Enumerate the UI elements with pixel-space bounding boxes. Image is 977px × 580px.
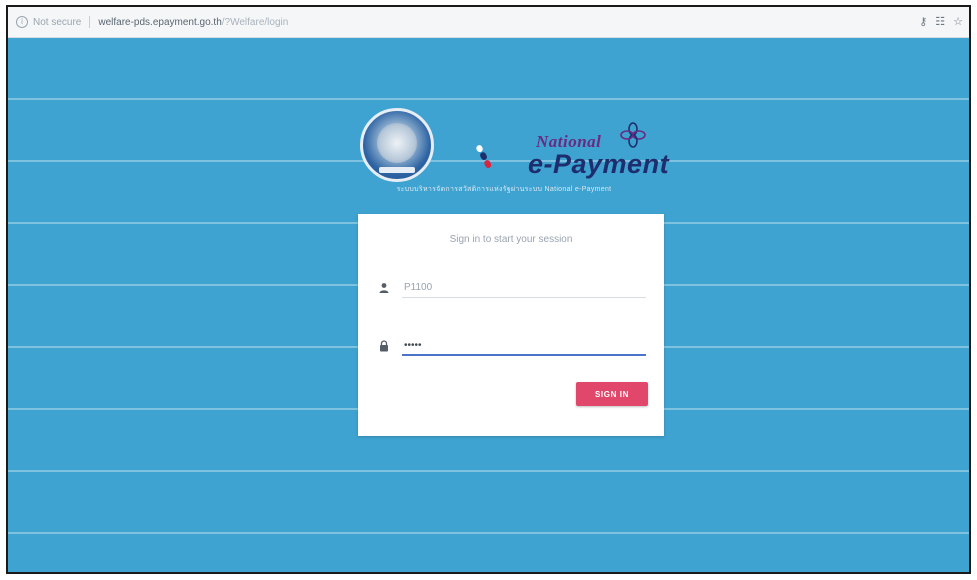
login-heading: Sign in to start your session xyxy=(449,234,573,245)
password-input[interactable] xyxy=(402,336,646,356)
address-separator xyxy=(89,16,91,28)
browser-address-bar[interactable]: i Not secure welfare-pds.epayment.go.th … xyxy=(8,7,969,38)
sign-in-button[interactable]: SIGN IN xyxy=(576,382,648,406)
system-tagline: ระบบบริหารจัดการสวัสดิการแห่งรัฐผ่านระบบ… xyxy=(396,186,612,193)
address-bar-actions: ⚷ ☷ ☆ xyxy=(919,15,963,28)
user-icon xyxy=(378,282,390,294)
thai-flag-pin-icon xyxy=(473,143,496,172)
seal-banner xyxy=(379,167,415,173)
screenshot-frame: i Not secure welfare-pds.epayment.go.th … xyxy=(6,5,971,574)
lock-icon xyxy=(378,340,390,352)
seal-emblem xyxy=(377,123,417,163)
key-icon[interactable]: ⚷ xyxy=(919,15,927,28)
login-page: National e-Payment ระบบบริหารจัดการสวัสด… xyxy=(8,38,969,572)
brand-bottom-text: e-Payment xyxy=(528,149,670,179)
login-card: Sign in to start your session P1100 ••••… xyxy=(358,214,664,436)
username-row xyxy=(378,278,646,302)
star-icon[interactable]: ☆ xyxy=(953,15,963,28)
username-input[interactable] xyxy=(402,278,646,298)
password-row xyxy=(378,336,646,360)
info-icon[interactable]: i xyxy=(16,16,28,28)
flower-icon xyxy=(620,122,646,148)
national-epayment-logo: National e-Payment xyxy=(528,122,680,192)
url-host[interactable]: welfare-pds.epayment.go.th xyxy=(98,17,221,28)
url-path[interactable]: /?Welfare/login xyxy=(222,17,289,28)
translate-icon[interactable]: ☷ xyxy=(935,15,945,28)
security-label: Not secure xyxy=(33,16,82,28)
government-seal-icon xyxy=(360,108,434,182)
